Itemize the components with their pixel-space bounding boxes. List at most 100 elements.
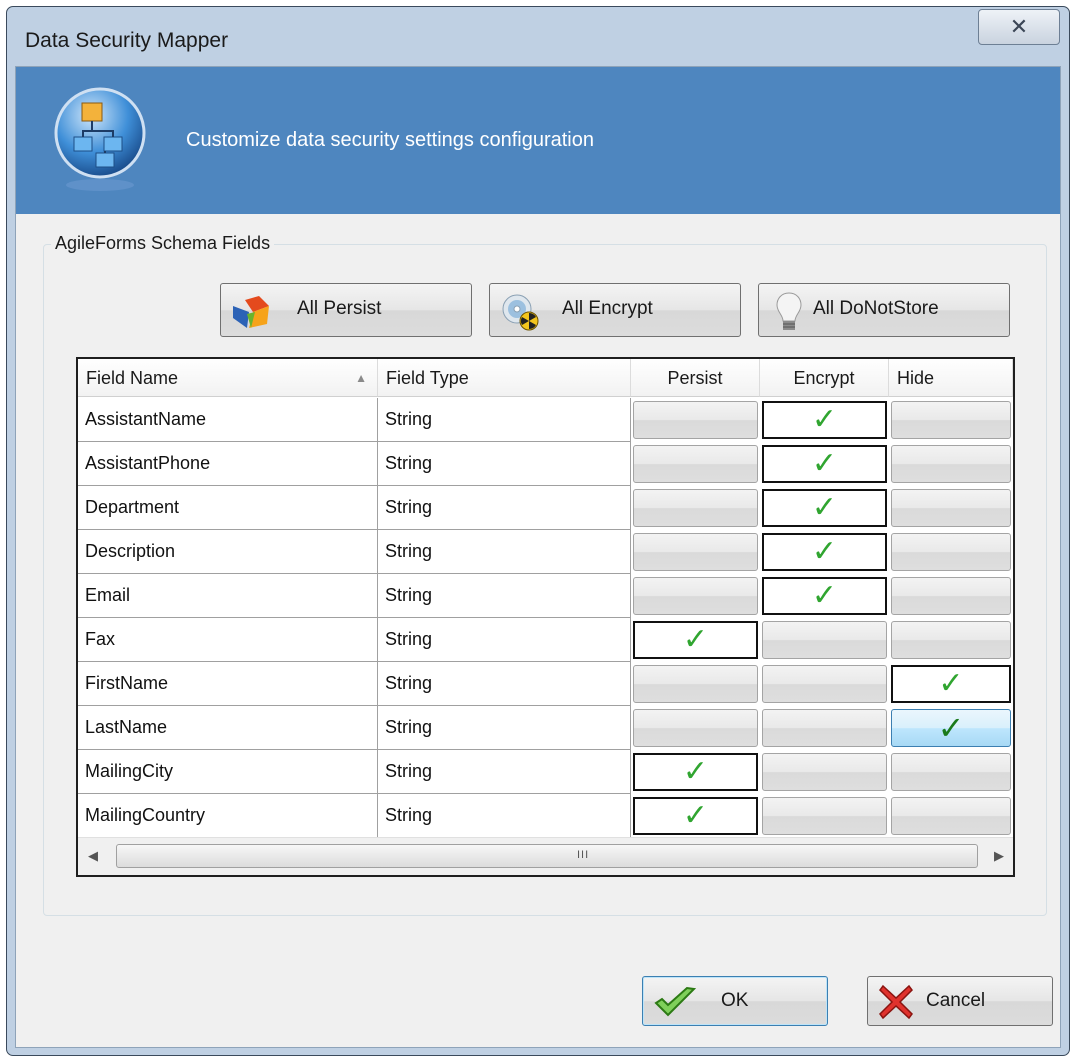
encrypt-toggle[interactable] xyxy=(762,797,887,835)
hide-toggle[interactable] xyxy=(891,533,1011,571)
field-type-cell: String xyxy=(378,574,631,618)
dialog-client: Customize data security settings configu… xyxy=(15,66,1061,1048)
check-icon: ✓ xyxy=(811,579,838,612)
fields-grid[interactable]: Field Name ▲ Field Type Persist Encrypt … xyxy=(76,357,1015,877)
field-name-cell: Department xyxy=(78,486,378,530)
all-donotstore-button[interactable]: All DoNotStore xyxy=(758,283,1010,337)
column-header-encrypt[interactable]: Encrypt xyxy=(760,359,889,397)
field-name-cell: MailingCity xyxy=(78,750,378,794)
checkmark-icon xyxy=(654,986,697,1017)
column-header-label: Field Name xyxy=(86,368,179,388)
scroll-left-icon[interactable]: ◀ xyxy=(88,848,98,864)
all-persist-button[interactable]: All Persist xyxy=(220,283,472,337)
encrypt-toggle[interactable] xyxy=(762,753,887,791)
hierarchy-icon xyxy=(54,87,146,191)
encrypt-toggle[interactable]: ✓ xyxy=(762,533,887,571)
close-icon: ✕ xyxy=(1009,14,1029,39)
encrypt-toggle[interactable]: ✓ xyxy=(762,445,887,483)
header-banner: Customize data security settings configu… xyxy=(16,67,1060,214)
persist-toggle[interactable] xyxy=(633,401,758,439)
field-type-cell: String xyxy=(378,486,631,530)
field-type-cell: String xyxy=(378,706,631,750)
column-header-label: Encrypt xyxy=(793,368,855,388)
field-type-cell: String xyxy=(378,618,631,662)
persist-toggle[interactable] xyxy=(633,489,758,527)
encrypt-toggle[interactable]: ✓ xyxy=(762,401,887,439)
cancel-label: Cancel xyxy=(926,990,986,1011)
red-x-icon xyxy=(879,984,913,1020)
scroll-grip-icon: III xyxy=(577,849,590,861)
check-icon: ✓ xyxy=(682,799,709,832)
all-donotstore-label: All DoNotStore xyxy=(813,298,939,319)
horizontal-scrollbar[interactable]: ◀ III ▶ xyxy=(78,837,1013,875)
encrypt-toggle[interactable]: ✓ xyxy=(762,489,887,527)
all-encrypt-button[interactable]: All Encrypt xyxy=(489,283,741,337)
check-icon: ✓ xyxy=(938,667,964,700)
persist-toggle[interactable]: ✓ xyxy=(633,797,758,835)
field-type-cell: String xyxy=(378,662,631,706)
field-type-cell: String xyxy=(378,398,631,442)
encrypt-toggle[interactable] xyxy=(762,665,887,703)
persist-toggle[interactable]: ✓ xyxy=(633,753,758,791)
column-header-label: Persist xyxy=(667,368,723,388)
field-type-cell: String xyxy=(378,530,631,574)
column-header-label: Field Type xyxy=(386,368,469,388)
dialog-window: Data Security Mapper ✕ Customize data se… xyxy=(6,6,1070,1056)
persist-toggle[interactable] xyxy=(633,445,758,483)
hide-toggle[interactable] xyxy=(891,753,1011,791)
persist-toggle[interactable] xyxy=(633,709,758,747)
check-icon: ✓ xyxy=(682,623,709,656)
banner-description: Customize data security settings configu… xyxy=(186,129,594,151)
scrollbar-thumb[interactable]: III xyxy=(116,844,978,868)
field-name-cell: MailingCountry xyxy=(78,794,378,838)
field-name-cell: LastName xyxy=(78,706,378,750)
office-logo-icon xyxy=(233,296,269,328)
hide-toggle[interactable]: ✓ xyxy=(891,665,1011,703)
check-icon: ✓ xyxy=(811,491,838,524)
lightbulb-icon xyxy=(776,292,802,330)
disc-radiation-icon xyxy=(502,294,539,331)
field-type-cell: String xyxy=(378,750,631,794)
check-icon: ✓ xyxy=(937,710,965,746)
ok-button[interactable]: OK xyxy=(642,976,828,1026)
all-encrypt-label: All Encrypt xyxy=(562,298,653,319)
field-name-cell: AssistantName xyxy=(78,398,378,442)
check-icon: ✓ xyxy=(811,403,838,436)
check-icon: ✓ xyxy=(811,447,838,480)
field-name-cell: Fax xyxy=(78,618,378,662)
check-icon: ✓ xyxy=(811,535,838,568)
column-header-field-name[interactable]: Field Name ▲ xyxy=(78,359,378,397)
check-icon: ✓ xyxy=(682,755,709,788)
field-name-cell: Email xyxy=(78,574,378,618)
encrypt-toggle[interactable] xyxy=(762,621,887,659)
field-type-cell: String xyxy=(378,794,631,838)
scroll-right-icon[interactable]: ▶ xyxy=(994,848,1004,864)
hide-toggle[interactable]: ✓ xyxy=(891,709,1011,747)
persist-toggle[interactable] xyxy=(633,577,758,615)
column-header-label: Hide xyxy=(897,368,935,388)
encrypt-toggle[interactable]: ✓ xyxy=(762,577,887,615)
encrypt-toggle[interactable] xyxy=(762,709,887,747)
close-button[interactable]: ✕ xyxy=(978,9,1060,45)
cancel-button[interactable]: Cancel xyxy=(867,976,1053,1026)
persist-toggle[interactable]: ✓ xyxy=(633,621,758,659)
sort-ascending-icon: ▲ xyxy=(355,371,367,385)
field-name-cell: Description xyxy=(78,530,378,574)
hide-toggle[interactable] xyxy=(891,577,1011,615)
hide-toggle[interactable] xyxy=(891,489,1011,527)
window-title: Data Security Mapper xyxy=(25,29,229,52)
column-header-hide[interactable]: Hide xyxy=(889,359,1013,397)
column-header-persist[interactable]: Persist xyxy=(631,359,760,397)
group-label: AgileForms Schema Fields xyxy=(51,233,275,254)
all-persist-label: All Persist xyxy=(297,298,382,319)
field-name-cell: AssistantPhone xyxy=(78,442,378,486)
persist-toggle[interactable] xyxy=(633,665,758,703)
hide-toggle[interactable] xyxy=(891,401,1011,439)
hide-toggle[interactable] xyxy=(891,445,1011,483)
field-type-cell: String xyxy=(378,442,631,486)
hide-toggle[interactable] xyxy=(891,621,1011,659)
column-header-field-type[interactable]: Field Type xyxy=(378,359,631,397)
hide-toggle[interactable] xyxy=(891,797,1011,835)
ok-label: OK xyxy=(721,990,749,1011)
persist-toggle[interactable] xyxy=(633,533,758,571)
